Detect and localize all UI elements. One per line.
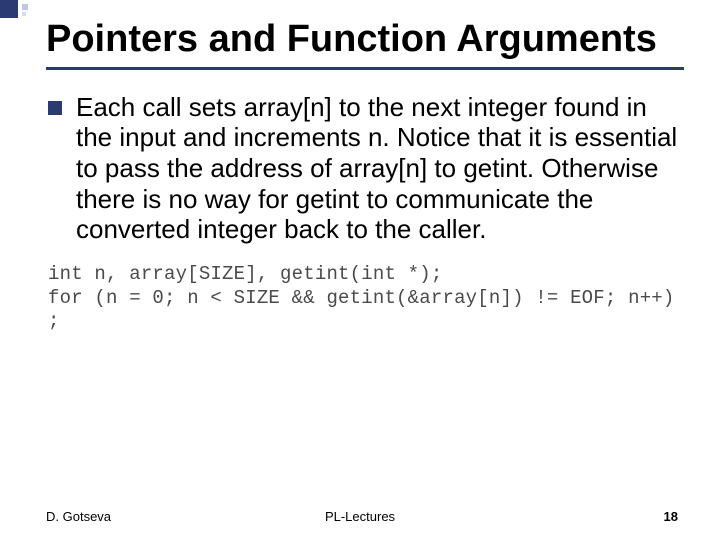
footer-author: D. Gotseva [46,509,111,524]
code-line-1: int n, array[SIZE], getint(int *); [48,263,684,287]
deco-square-small-2 [22,12,26,16]
footer-title: PL-Lectures [325,509,395,524]
slide: Pointers and Function Arguments Each cal… [0,0,720,540]
deco-square-small-1 [22,4,28,10]
page-number: 18 [664,509,678,524]
title-underline [46,67,684,70]
code-line-3: ; [48,310,684,334]
bullet-row: Each call sets array[n] to the next inte… [46,92,684,245]
slide-footer: D. Gotseva PL-Lectures 18 [0,509,720,524]
slide-title: Pointers and Function Arguments [46,18,684,61]
bullet-square-icon [48,101,62,115]
slide-decoration [0,0,40,14]
deco-square-large [0,0,18,18]
bullet-text: Each call sets array[n] to the next inte… [76,92,684,245]
code-line-2: for (n = 0; n < SIZE && getint(&array[n]… [48,287,684,311]
code-block: int n, array[SIZE], getint(int *); for (… [46,263,684,334]
